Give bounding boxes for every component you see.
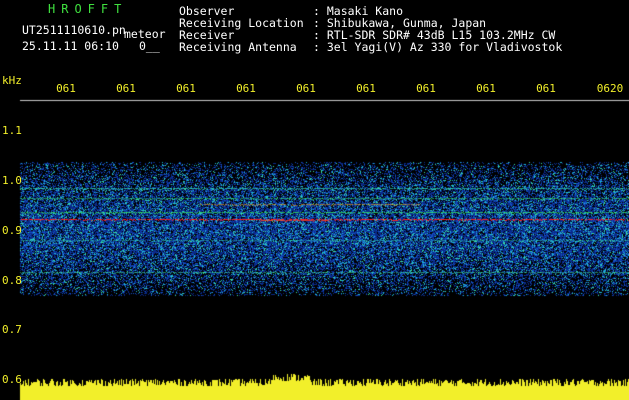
x-tick: 061 — [536, 82, 556, 95]
x-tick: 061 — [56, 82, 76, 95]
y-tick: 1.0 — [2, 174, 22, 187]
counter: 0__ — [139, 39, 160, 53]
y-tick: 0.6 — [2, 373, 22, 386]
y-tick: 0.8 — [2, 274, 22, 287]
spectrogram-canvas — [0, 0, 629, 400]
value-antenna: : 3el Yagi(V) Az 330 for Vladivostok — [313, 40, 563, 54]
y-tick: 1.1 — [2, 124, 22, 137]
x-tick: 0620 — [596, 82, 624, 95]
x-tick: 061 — [176, 82, 196, 95]
x-tick: 061 — [356, 82, 376, 95]
y-tick: 0.9 — [2, 224, 22, 237]
x-tick: 061 — [236, 82, 256, 95]
x-tick: 061 — [416, 82, 436, 95]
x-tick: 061 — [116, 82, 136, 95]
timestamp: 25.11.11 06:10 — [22, 39, 119, 53]
axis-unit: kHz — [2, 74, 22, 87]
x-tick: 061 — [476, 82, 496, 95]
x-tick: 061 — [296, 82, 316, 95]
label-antenna: Receiving Antenna — [179, 40, 297, 54]
file-name: UT2511110610.pn — [22, 23, 126, 37]
y-tick: 0.7 — [2, 323, 22, 336]
brand-title: HROFFT — [48, 2, 128, 16]
